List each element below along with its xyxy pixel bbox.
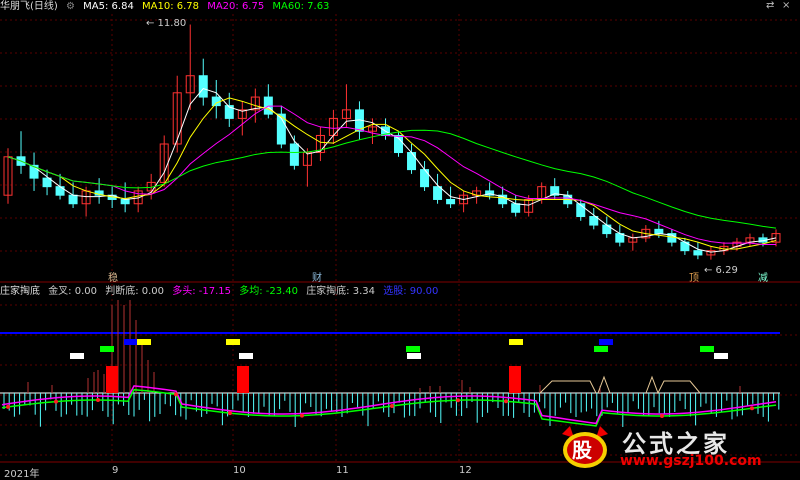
bull-avg-label: 多均: -23.40	[239, 286, 298, 297]
hump-line	[539, 380, 597, 394]
ma5-label: MA5: 6.84	[83, 1, 134, 12]
watermark: 股 公式之家 www.gszj100.com	[558, 424, 784, 472]
signal-flag	[594, 346, 608, 352]
marker-label: 财	[312, 271, 322, 284]
candle-body	[420, 169, 430, 188]
candle-body	[446, 198, 456, 205]
candle-body	[511, 203, 521, 213]
candle-body	[433, 186, 443, 200]
candle-body	[198, 75, 208, 98]
indicator-title: 庄家掏底	[0, 286, 40, 297]
signal-flag	[407, 353, 421, 359]
marker-label: 顶	[689, 272, 699, 284]
select-label: 选股: 90.00	[383, 286, 439, 297]
logo-text: 股	[572, 438, 592, 462]
cross-dot	[504, 399, 508, 404]
cross-dot	[174, 392, 178, 397]
cross-dot	[456, 398, 460, 403]
signal-flag	[599, 339, 613, 345]
cross-dot	[96, 398, 100, 403]
signal-block	[237, 366, 249, 393]
hump-line	[645, 375, 701, 395]
stock-chart: ← 11.80 ← 6.29 稳 财 顶 减	[0, 14, 800, 463]
indicator-header: 庄家掏底 金叉: 0.00 判断底: 0.00 多头: -17.15 多均: -…	[0, 285, 443, 299]
marker-label: 稳	[108, 271, 118, 284]
candle-body	[407, 152, 417, 171]
signal-flag	[100, 346, 114, 352]
cross-dot	[390, 404, 394, 409]
candle-body	[693, 250, 703, 256]
signal-flag	[406, 346, 420, 352]
date-label: 11	[336, 465, 349, 476]
cross-dot	[6, 404, 10, 409]
signal-block	[106, 366, 118, 393]
stock-name: 华朋飞(日线)	[0, 1, 58, 12]
signal-flag	[137, 339, 151, 345]
date-label: 9	[112, 465, 119, 476]
candle-body	[120, 198, 130, 205]
restore-icon[interactable]: ⇄	[766, 0, 774, 11]
candle-body	[289, 143, 299, 166]
dealer-bottom-label: 庄家掏底: 3.34	[306, 286, 376, 297]
ma20-line	[7, 105, 776, 246]
signal-flag	[239, 353, 253, 359]
price-header: 华朋飞(日线) ⚙ MA5: 6.84 MA10: 6.78 MA20: 6.7…	[0, 0, 334, 14]
ma10-line	[7, 97, 777, 250]
cross-dot	[300, 413, 304, 418]
high-label: ← 11.80	[146, 18, 186, 29]
cross-dot	[228, 411, 232, 416]
bull-label: 多头: -17.15	[172, 286, 232, 297]
date-label: 2021年	[4, 469, 40, 480]
date-label: 10	[233, 465, 246, 476]
bottom-judge-label: 判断底: 0.00	[105, 286, 165, 297]
signal-flag	[124, 339, 138, 345]
ma20-label: MA20: 6.75	[207, 1, 265, 12]
signal-flag	[70, 353, 84, 359]
golden-cross-label: 金叉: 0.00	[48, 286, 98, 297]
date-label: 12	[459, 465, 472, 476]
ma5-line	[7, 87, 777, 253]
signal-flag	[714, 353, 728, 359]
signal-flag	[226, 339, 240, 345]
cross-dot	[750, 406, 754, 411]
candle-body	[211, 96, 221, 107]
candle-body	[68, 194, 78, 205]
ma60-line	[7, 129, 777, 229]
marker-label: 减	[758, 272, 768, 284]
ma10-label: MA10: 6.78	[142, 1, 200, 12]
low-label: ← 6.29	[704, 265, 738, 276]
signal-flag	[509, 339, 523, 345]
candle-body	[654, 228, 664, 235]
cross-dot	[54, 399, 58, 404]
signal-flag	[700, 346, 714, 352]
watermark-url: www.gszj100.com	[620, 453, 762, 469]
signal-block	[509, 366, 521, 393]
settings-icon[interactable]: ⚙	[66, 1, 75, 12]
ma60-label: MA60: 7.63	[272, 1, 330, 12]
close-icon[interactable]: ×	[782, 0, 790, 11]
cross-dot	[660, 413, 664, 418]
